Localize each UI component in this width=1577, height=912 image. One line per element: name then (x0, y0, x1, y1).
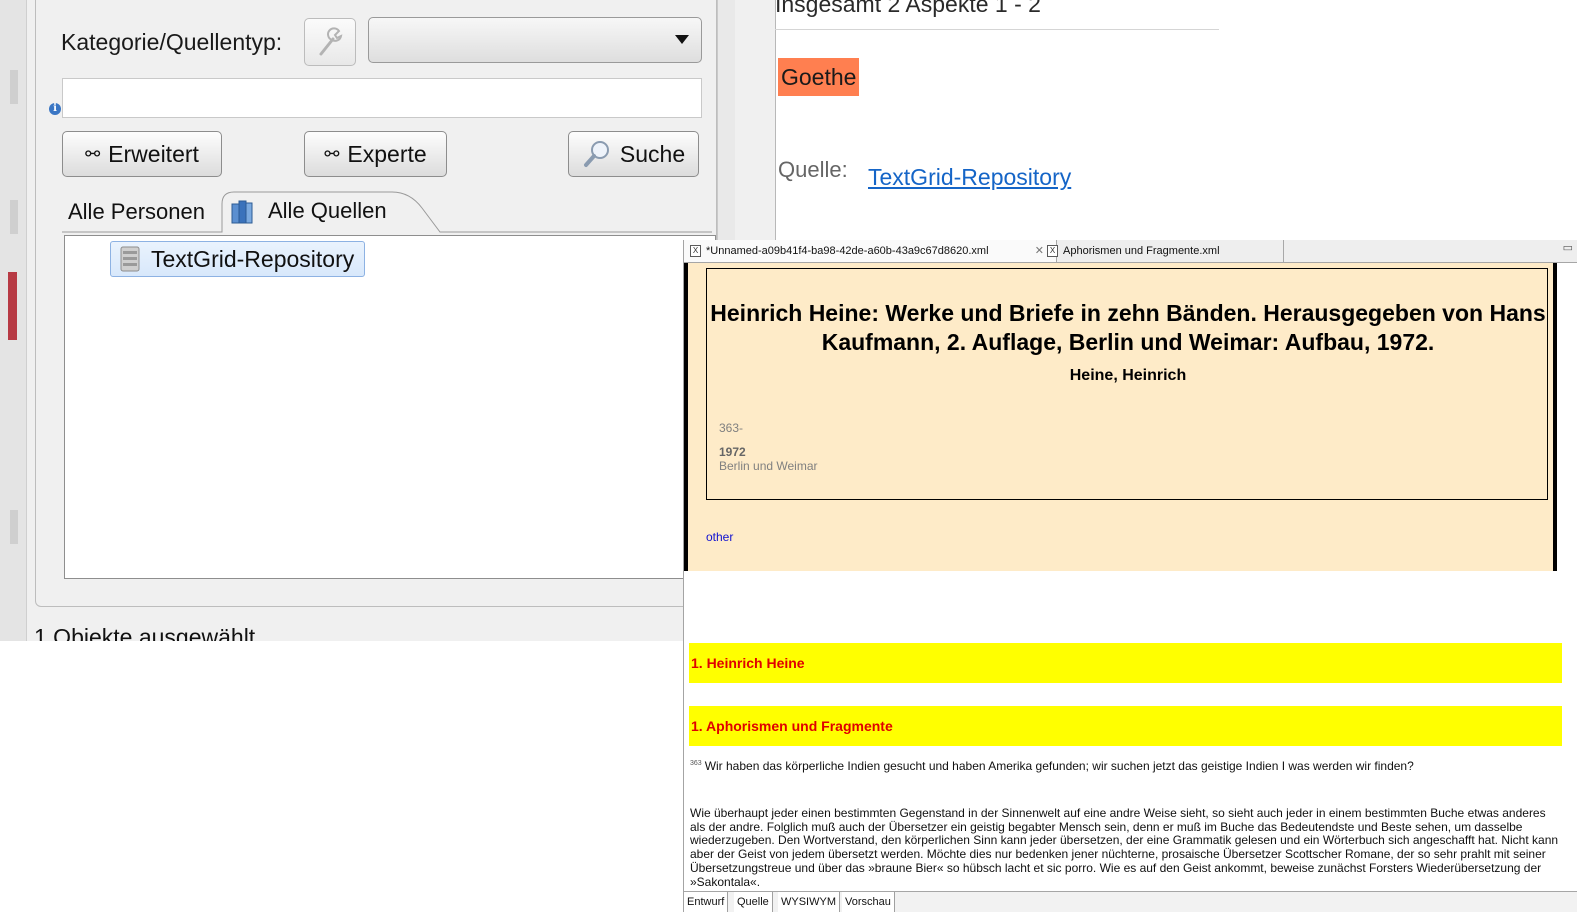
section-heading-text: 1. Aphorismen und Fragmente (691, 718, 893, 734)
editor-tab-label: Aphorismen und Fragmente.xml (1063, 245, 1220, 257)
tab-all-persons[interactable]: Alle Personen (62, 194, 211, 230)
tab-entwurf[interactable]: Entwurf (684, 892, 729, 912)
search-tabs: Alle Personen Alle Quellen (62, 190, 712, 233)
minimize-icon[interactable]: ▭ (1563, 241, 1573, 254)
source-tree[interactable]: TextGrid-Repository (64, 235, 716, 579)
results-content (775, 0, 1219, 240)
paragraph-text: Wie überhaupt jeder einen bestimmten Geg… (690, 806, 1559, 889)
source-link[interactable]: TextGrid-Repository (868, 164, 1071, 191)
tab-all-sources[interactable]: Alle Quellen (222, 190, 458, 230)
tree-item-label: TextGrid-Repository (151, 246, 355, 272)
edge-marker (10, 70, 18, 104)
editor-tab-aphorismen[interactable]: X Aphorismen und Fragmente.xml (1041, 240, 1284, 262)
tab-quelle[interactable]: Quelle (734, 892, 773, 912)
mode-tab-label: WYSIWYM (781, 896, 836, 908)
glasses-icon: ⚯ (324, 143, 340, 164)
document-place: Berlin und Weimar (719, 459, 818, 473)
tab-all-persons-label: Alle Personen (68, 199, 205, 224)
divider (775, 29, 1219, 30)
highlighted-term: Goethe (778, 58, 860, 96)
results-view: Insgesamt 2 Aspekte 1 - 2 Goethe Quelle:… (735, 0, 1219, 240)
xml-editor: X *Unnamed-a09b41f4-ba98-42de-a60b-43a9c… (683, 240, 1577, 912)
document-pages: 363- (719, 421, 744, 435)
selection-status: 1 Objekte ausgewählt (34, 624, 256, 641)
category-select[interactable] (368, 17, 702, 63)
books-icon (231, 200, 253, 224)
editor-tab-label: *Unnamed-a09b41f4-ba98-42de-a60b-43a9c67… (706, 245, 989, 257)
editor-tab-bar: X *Unnamed-a09b41f4-ba98-42de-a60b-43a9c… (684, 240, 1577, 263)
edge-marker (10, 200, 18, 234)
editor-content[interactable]: Heinrich Heine: Werke und Briefe in zehn… (684, 263, 1577, 890)
results-summary: Insgesamt 2 Aspekte 1 - 2 (775, 0, 1041, 17)
bibliography-header: Heinrich Heine: Werke und Briefe in zehn… (684, 263, 1557, 571)
document-title: Heinrich Heine: Werke und Briefe in zehn… (710, 300, 1546, 355)
magnifier-icon (583, 141, 609, 167)
paragraph: Wie überhaupt jeder einen bestimmten Geg… (690, 806, 1560, 889)
tab-all-sources-label: Alle Quellen (268, 198, 387, 223)
mode-tab-label: Vorschau (845, 896, 891, 908)
section-heading: 1. Heinrich Heine (689, 643, 1562, 683)
tab-wysiwym[interactable]: WYSIWYM (778, 892, 840, 912)
advanced-button[interactable]: ⚯ Erweitert (62, 131, 222, 177)
tab-vorschau[interactable]: Vorschau (842, 892, 895, 912)
search-panel: Kategorie/Quellentyp: i ⚯ Erweitert ⚯ Ex… (0, 0, 735, 641)
document-author: Heine, Heinrich (1069, 367, 1187, 384)
editor-mode-tabs: Entwurf Quelle WYSIWYM Vorschau (684, 891, 1577, 912)
section-heading-text: 1. Heinrich Heine (691, 655, 805, 671)
expert-button-label: Experte (347, 140, 427, 167)
search-input[interactable] (62, 78, 702, 118)
info-icon: i (49, 103, 61, 115)
mode-tab-label: Quelle (737, 896, 769, 908)
expert-button[interactable]: ⚯ Experte (304, 131, 447, 177)
xml-file-icon: X (690, 245, 701, 257)
document-type: other (706, 530, 734, 544)
category-tool-button[interactable] (304, 18, 356, 66)
category-label: Kategorie/Quellentyp: (61, 29, 283, 55)
editor-tab-unnamed[interactable]: X *Unnamed-a09b41f4-ba98-42de-a60b-43a9c… (684, 240, 1057, 262)
document-year: 1972 (719, 445, 746, 459)
paragraph: 363 Wir haben das körperliche Indien gesu… (690, 757, 1560, 773)
edge-marker (10, 510, 18, 544)
glasses-icon: ⚯ (85, 143, 101, 164)
advanced-button-label: Erweitert (108, 140, 199, 167)
server-icon (120, 246, 140, 272)
xml-file-icon: X (1047, 245, 1058, 257)
search-button[interactable]: Suche (568, 131, 699, 177)
wrench-icon (319, 27, 343, 56)
chevron-down-icon (675, 35, 689, 44)
page-marker: 363 (690, 760, 702, 767)
section-heading: 1. Aphorismen und Fragmente (689, 706, 1562, 746)
search-button-label: Suche (619, 140, 686, 167)
source-label: Quelle: (778, 157, 848, 182)
paragraph-text: Wir haben das körperliche Indien gesucht… (704, 759, 1414, 773)
edge-indicator (8, 272, 17, 340)
mode-tab-label: Entwurf (687, 896, 725, 908)
bibliography-frame: Heinrich Heine: Werke und Briefe in zehn… (706, 268, 1548, 500)
tree-item[interactable]: TextGrid-Repository (110, 241, 366, 277)
